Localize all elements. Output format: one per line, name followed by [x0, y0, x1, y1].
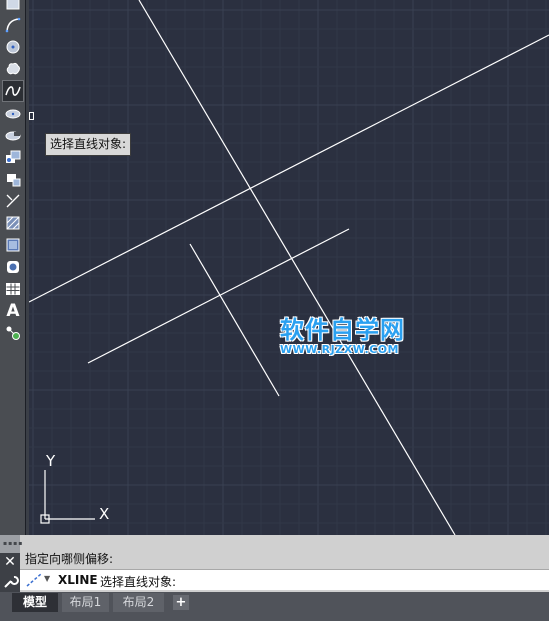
- insert-block-tool-button[interactable]: [3, 147, 23, 167]
- construction-line-steep: [138, 0, 456, 535]
- wrench-icon: [4, 576, 19, 588]
- circle-icon: [6, 40, 20, 54]
- pickbox-cursor: [29, 112, 34, 120]
- multiline-text-icon: A: [6, 301, 20, 321]
- command-input[interactable]: ▼ XLINE 选择直线对象:: [20, 569, 549, 590]
- construction-line-shallow: [29, 34, 549, 303]
- hatch-tool-button[interactable]: [3, 213, 23, 233]
- ucs-x-label: X: [99, 505, 109, 523]
- point-tool-button[interactable]: [3, 191, 23, 211]
- revision-cloud-tool-button[interactable]: [3, 59, 23, 79]
- tab-layout2[interactable]: 布局2: [113, 593, 164, 612]
- make-block-tool-button[interactable]: [3, 169, 23, 189]
- ellipse-icon: [5, 109, 21, 119]
- table-icon: [6, 283, 20, 295]
- ellipse-tool-button[interactable]: [3, 103, 23, 123]
- region-icon: [7, 261, 19, 273]
- line-segment-lower: [189, 243, 280, 397]
- arc-icon: [5, 17, 21, 33]
- gradient-tool-button[interactable]: [3, 235, 23, 255]
- geometry: [29, 0, 549, 535]
- spline-tool-button[interactable]: [2, 80, 24, 102]
- command-line-side-panel: ✕: [0, 553, 20, 592]
- tab-model[interactable]: 模型: [12, 593, 58, 612]
- customize-button[interactable]: [0, 572, 20, 592]
- command-prompt: 选择直线对象:: [100, 575, 177, 589]
- tab-layout1[interactable]: 布局1: [62, 593, 109, 612]
- command-history-line: 指定向哪侧偏移:: [25, 552, 114, 566]
- rectangle-icon: [6, 0, 20, 10]
- rectangle-tool-button[interactable]: [3, 0, 23, 14]
- command-line-window: ▪▪▪▪ ✕ 指定向哪侧偏移: ▼ XLINE 选择直线对象:: [0, 535, 549, 592]
- ellipse-arc-tool-button[interactable]: [3, 125, 23, 145]
- insert-block-icon: [6, 150, 21, 163]
- ucs-y-label: Y: [45, 452, 56, 470]
- circle-tool-button[interactable]: [3, 37, 23, 57]
- grid: [29, 0, 549, 535]
- model-space-view[interactable]: Y X: [29, 0, 549, 535]
- gradient-icon: [6, 238, 20, 252]
- recent-commands-dropdown-icon[interactable]: ▼: [44, 574, 50, 583]
- ucs-icon: Y X: [40, 452, 109, 524]
- command-keyword: XLINE: [58, 573, 98, 587]
- ellipse-arc-icon: [5, 131, 21, 141]
- revision-cloud-icon: [6, 62, 20, 75]
- line-segment-upper: [87, 228, 350, 364]
- make-block-icon: [7, 174, 21, 187]
- layout-tabs: 模型 布局1 布局2 +: [0, 592, 549, 621]
- point-icon: [6, 194, 20, 208]
- multiline-text-tool-button[interactable]: A: [3, 301, 23, 321]
- dynamic-input-tooltip: 选择直线对象:: [45, 133, 132, 156]
- add-selected-icon: [6, 326, 20, 340]
- table-tool-button[interactable]: [3, 279, 23, 299]
- command-line-grip[interactable]: ▪▪▪▪: [0, 535, 22, 553]
- arc-tool-button[interactable]: [3, 15, 23, 35]
- add-layout-button[interactable]: +: [173, 595, 189, 610]
- hatch-icon: [6, 216, 20, 230]
- close-command-line-button[interactable]: ✕: [0, 553, 20, 571]
- spline-icon: [5, 86, 21, 96]
- drawing-canvas[interactable]: Y X: [29, 0, 549, 535]
- xline-icon: [26, 573, 42, 587]
- draw-toolbar: A: [0, 0, 26, 535]
- add-selected-tool-button[interactable]: [3, 323, 23, 343]
- region-tool-button[interactable]: [3, 257, 23, 277]
